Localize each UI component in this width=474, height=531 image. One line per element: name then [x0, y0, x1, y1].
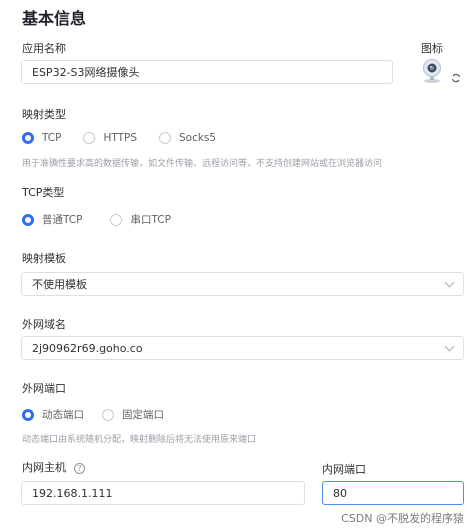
- radio-normal-tcp-dot: [22, 213, 34, 226]
- help-icon[interactable]: ?: [74, 462, 85, 474]
- tcp-type-radio-group: 普通TCP 串口TCP: [22, 212, 189, 227]
- radio-tcp-dot: [22, 132, 34, 144]
- host-label: 内网主机: [22, 461, 66, 474]
- radio-serial-tcp[interactable]: 串口TCP: [110, 212, 171, 227]
- mapping-type-radio-group: TCP HTTPS Socks5: [22, 132, 234, 144]
- webcam-icon[interactable]: [421, 59, 443, 87]
- radio-serial-tcp-dot: [110, 213, 123, 226]
- template-select[interactable]: 不使用模板: [21, 272, 464, 296]
- tcp-type-label: TCP类型: [22, 186, 65, 199]
- mapping-type-label: 映射类型: [22, 108, 66, 121]
- radio-https[interactable]: HTTPS: [83, 132, 137, 144]
- radio-tcp[interactable]: TCP: [22, 132, 61, 144]
- radio-socks5-dot: [159, 132, 172, 144]
- section-title: 基本信息: [22, 9, 87, 28]
- domain-select[interactable]: 2j90962r69.goho.co: [21, 336, 464, 360]
- radio-fixed-port[interactable]: 固定端口: [102, 407, 164, 422]
- host-label-wrap: 内网主机?: [22, 459, 85, 475]
- radio-dynamic-port-label: 动态端口: [42, 409, 84, 421]
- radio-normal-tcp[interactable]: 普通TCP: [22, 212, 82, 227]
- port-value: 80: [333, 486, 347, 500]
- radio-https-dot: [83, 132, 96, 144]
- public-port-label: 外网端口: [22, 382, 66, 395]
- refresh-icon[interactable]: [451, 68, 461, 87]
- port-input[interactable]: 80: [322, 481, 464, 505]
- radio-fixed-port-dot: [102, 408, 114, 421]
- mapping-type-hint: 用于准确性要求高的数据传输，如文件传输、远程访问等，不支持创建网站或在浏览器访问: [22, 159, 383, 169]
- radio-socks5-label: Socks5: [179, 132, 217, 144]
- template-label: 映射模板: [22, 252, 66, 265]
- domain-value: 2j90962r69.goho.co: [32, 341, 143, 355]
- chevron-down-icon: [444, 341, 455, 352]
- radio-dynamic-port-dot: [22, 408, 34, 421]
- app-name-label: 应用名称: [22, 42, 66, 55]
- radio-socks5[interactable]: Socks5: [159, 132, 216, 144]
- host-value: 192.168.1.111: [32, 486, 113, 500]
- app-name-input[interactable]: ESP32-S3网络摄像头: [21, 60, 393, 84]
- public-port-hint: 动态端口由系统随机分配，映射删除后将无法使用原来端口: [22, 435, 257, 445]
- watermark: CSDN @不脱发的程序猿: [341, 512, 464, 525]
- icon-label: 图标: [421, 42, 443, 55]
- radio-dynamic-port[interactable]: 动态端口: [22, 407, 84, 422]
- domain-label: 外网域名: [22, 318, 66, 331]
- host-input[interactable]: 192.168.1.111: [21, 481, 305, 505]
- public-port-radio-group: 动态端口 固定端口: [22, 407, 182, 422]
- radio-tcp-label: TCP: [42, 132, 62, 144]
- radio-fixed-port-label: 固定端口: [122, 409, 164, 421]
- app-name-value: ESP32-S3网络摄像头: [32, 66, 140, 79]
- radio-serial-tcp-label: 串口TCP: [130, 214, 171, 226]
- radio-normal-tcp-label: 普通TCP: [42, 214, 83, 226]
- template-value: 不使用模板: [32, 278, 87, 291]
- chevron-down-icon: [444, 277, 455, 288]
- radio-https-label: HTTPS: [103, 132, 138, 144]
- port-label: 内网端口: [322, 463, 366, 476]
